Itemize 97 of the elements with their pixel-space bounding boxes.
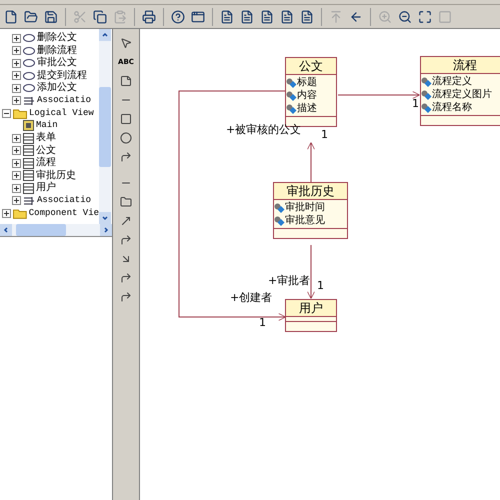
- attribute-name: 审批意见: [285, 214, 325, 226]
- attribute-name: 标题: [297, 76, 317, 88]
- tree-item-label[interactable]: 添加公文: [37, 82, 77, 94]
- class-name: 审批历史: [274, 183, 347, 200]
- ellipse-icon: [23, 46, 35, 55]
- scroll-thumb[interactable]: [99, 86, 111, 166]
- plus-icon: [13, 34, 20, 42]
- class-icon: [23, 170, 34, 182]
- tree-item-label[interactable]: 删除公文: [37, 32, 77, 44]
- scroll-right-button[interactable]: [100, 224, 112, 236]
- caret-icon: [3, 227, 9, 233]
- expand-toggle[interactable]: [12, 134, 21, 143]
- attribute-name: 流程定义: [432, 76, 472, 88]
- expand-toggle[interactable]: [12, 58, 21, 68]
- ellipse-icon: [23, 34, 35, 42]
- expand-toggle[interactable]: [12, 184, 21, 193]
- association-icon: [23, 196, 35, 206]
- vertical-scrollbar[interactable]: [99, 29, 111, 224]
- expand-toggle[interactable]: [12, 34, 21, 43]
- attribute-name: 审批时间: [285, 202, 325, 214]
- attribute-icon: [421, 102, 432, 112]
- collapse-toggle[interactable]: [2, 108, 11, 118]
- help-icon[interactable]: [169, 8, 187, 26]
- plus-icon: [13, 184, 20, 192]
- diagram-icon: [23, 120, 34, 132]
- class-icon: [23, 182, 34, 194]
- tree-item-label[interactable]: 提交到流程: [37, 70, 87, 82]
- plus-icon: [13, 97, 20, 104]
- role-label: 1: [317, 279, 324, 292]
- scroll-left-button[interactable]: [0, 224, 12, 236]
- scroll-thumb[interactable]: [16, 224, 66, 236]
- tree-item-label[interactable]: Associatio: [37, 195, 92, 206]
- attribute-name: 流程定义图片: [432, 88, 492, 100]
- attribute-icon: [421, 76, 432, 86]
- role-label: +被审核的公文: [226, 123, 302, 136]
- class-icon: [23, 145, 34, 156]
- attribute-icon: [274, 216, 285, 226]
- expand-toggle[interactable]: [12, 158, 21, 168]
- role-label: +创建者: [230, 291, 272, 304]
- tree-item-label[interactable]: Associatio: [37, 95, 92, 106]
- role-label: 1: [412, 97, 419, 110]
- caret-icon: [102, 32, 108, 38]
- role-label: 1: [259, 316, 266, 329]
- folder-icon: [13, 208, 27, 219]
- class-name: 用户: [286, 300, 336, 317]
- plus-icon: [3, 210, 10, 217]
- attribute-name: 内容: [297, 90, 317, 102]
- attribute-icon: [421, 90, 432, 100]
- plus-icon: [13, 134, 20, 142]
- attribute-name: 描述: [297, 102, 317, 114]
- plus-icon: [13, 147, 20, 154]
- attribute-icon: [286, 78, 297, 88]
- plus-icon: [13, 160, 20, 167]
- role-label: +审批者: [268, 274, 310, 287]
- expand-toggle[interactable]: [12, 46, 21, 56]
- class-name: 流程: [421, 57, 500, 74]
- plus-icon: [13, 84, 20, 92]
- expand-toggle[interactable]: [12, 96, 21, 106]
- class-icon: [23, 132, 34, 144]
- plus-icon: [13, 72, 20, 80]
- class-name: 公文: [286, 58, 336, 75]
- tree-item-label[interactable]: 审批公文: [37, 57, 77, 70]
- tree-item-label[interactable]: Main: [36, 120, 58, 132]
- association-icon: [23, 96, 35, 106]
- ellipse-icon: [23, 72, 35, 80]
- plus-icon: [13, 47, 20, 54]
- class-icon: [23, 158, 34, 169]
- horizontal-scrollbar[interactable]: [0, 224, 112, 236]
- tree-item-label[interactable]: 公文: [36, 144, 56, 157]
- tree-item-label[interactable]: 删除流程: [37, 44, 77, 57]
- tree-item-label[interactable]: 用户: [36, 182, 56, 194]
- expand-toggle[interactable]: [12, 171, 21, 180]
- ellipse-icon: [23, 59, 35, 68]
- copy-icon[interactable]: [91, 8, 109, 26]
- scroll-up-button[interactable]: [99, 29, 111, 41]
- tree-item-label[interactable]: 流程: [36, 157, 56, 170]
- expand-toggle[interactable]: [2, 208, 11, 218]
- attribute-icon: [286, 90, 297, 100]
- plus-icon: [13, 60, 20, 67]
- attribute-icon: [286, 104, 297, 114]
- expand-toggle[interactable]: [12, 71, 21, 80]
- tree-item-label[interactable]: 审批历史: [36, 170, 76, 182]
- printer-icon[interactable]: [140, 8, 158, 26]
- expand-toggle[interactable]: [12, 196, 21, 206]
- tree-item-label[interactable]: Component Vie: [28, 208, 99, 219]
- ellipse-icon: [23, 84, 35, 92]
- plus-icon: [13, 172, 20, 180]
- tree-item-label[interactable]: 表单: [36, 132, 56, 144]
- expand-toggle[interactable]: [12, 146, 21, 156]
- attribute-name: 流程名称: [432, 102, 472, 114]
- folder-icon: [13, 108, 27, 119]
- attribute-icon: [274, 202, 285, 212]
- tree-item-label[interactable]: Logical View: [29, 108, 94, 119]
- plus-icon: [13, 197, 20, 204]
- role-label: 1: [321, 128, 328, 141]
- expand-toggle[interactable]: [12, 84, 21, 93]
- scroll-down-button[interactable]: [99, 212, 111, 224]
